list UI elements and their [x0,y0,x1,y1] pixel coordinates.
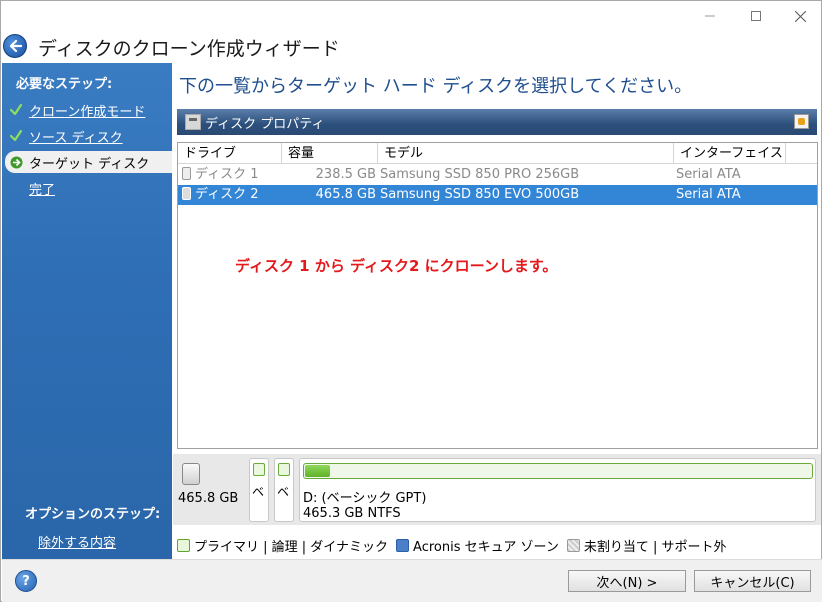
legend-item-unallocated: 未割り当て | サポート外 [566,536,727,555]
sidebar-item-label: ソース ディスク [29,130,123,146]
optional-steps-heading: オプションのステップ: [25,507,161,522]
sidebar-item-label: 除外する内容 [38,535,117,551]
partition-small-label: ベ [277,485,290,499]
disk-properties-label: ディスク プロパティ [205,116,325,132]
drive-cell: ディスク 1 [182,165,282,185]
next-button[interactable]: 次へ(N) > [568,570,686,592]
required-steps-heading: 必要なステップ: [16,77,113,92]
checkmark-icon [7,101,25,119]
maximize-button[interactable] [733,1,779,31]
close-button[interactable] [777,1,822,31]
disk-properties-bar[interactable]: ディスク プロパティ [177,109,817,135]
column-header-model[interactable]: モデル [378,143,674,164]
partition-small[interactable]: ベ [274,458,294,522]
partition-label: D: (ベーシック GPT) [303,491,427,506]
capacity-cell: 465.8 GB [315,187,376,202]
interface-cell: Serial ATA [676,167,741,182]
checkmark-icon [7,127,25,145]
partition-main[interactable]: D: (ベーシック GPT) 465.3 GB NTFS [299,458,816,522]
partition-detail: 465.3 GB NTFS [303,506,401,521]
wizard-footer: ? 次へ(N) > キャンセル(C) [2,559,822,602]
wizard-window: ディスクのクローン作成ウィザード 必要なステップ: クローン作成モード ソース … [0,0,822,602]
partition-legend: プライマリ | 論理 | ダイナミック Acronis セキュア ゾーン 未割り… [177,536,735,555]
column-header-capacity[interactable]: 容量 [282,143,378,164]
sidebar-item-source-disk[interactable]: ソース ディスク [5,125,172,147]
close-icon [794,10,806,22]
drive-icon [182,187,191,200]
legend-swatch [396,538,410,552]
sidebar-item-label: クローン作成モード [29,104,146,120]
title-bar [1,1,821,31]
properties-icon [185,114,201,130]
legend-swatch [566,538,580,552]
disk-icon [182,463,200,485]
partition-usage-fill [305,465,331,477]
clone-annotation: ディスク 1 から ディスク2 にクローンします。 [235,257,558,275]
wizard-sidebar: 必要なステップ: クローン作成モード ソース ディスク ターゲット ディスク 完… [2,63,172,559]
settings-icon[interactable] [794,114,809,129]
interface-cell: Serial ATA [676,187,741,202]
cancel-button[interactable]: キャンセル(C) [694,570,811,592]
sidebar-item-exclusions[interactable]: 除外する内容 [14,530,181,552]
partition-usage-bar [253,463,265,476]
sidebar-item-label: ターゲット ディスク [29,156,150,172]
wizard-header: ディスクのクローン作成ウィザード [1,31,821,63]
legend-swatch [177,538,190,552]
drive-icon [182,167,191,180]
instruction-text: 下の一覧からターゲット ハード ディスクを選択してください。 [179,76,693,97]
disk-map: 465.8 GB ベ ベ D: (ベーシック GPT) 465.3 GB NTF… [173,454,821,525]
table-header: ドライブ 容量 モデル インターフェイス [178,143,817,164]
sidebar-item-target-disk[interactable]: ターゲット ディスク [5,151,172,173]
disk-table: ドライブ 容量 モデル インターフェイス ディスク 1 238.5 GB Sam… [177,142,818,449]
sidebar-item-label: 完了 [29,182,56,198]
window-title: ディスクのクローン作成ウィザード [38,38,340,60]
column-header-interface[interactable]: インターフェイス [674,143,786,164]
model-cell: Samsung SSD 850 PRO 256GB [380,167,580,182]
back-button[interactable] [3,34,27,58]
disk-size: 465.8 GB [178,491,239,506]
partition-small-label: ベ [252,485,265,499]
table-row[interactable]: ディスク 2 465.8 GB Samsung SSD 850 EVO 500G… [178,185,817,205]
drive-cell: ディスク 2 [182,185,282,205]
column-header-drive[interactable]: ドライブ [178,143,282,164]
arrow-left-icon [9,39,22,53]
partition-usage-bar [278,463,290,476]
minimize-icon [705,15,715,17]
maximize-icon [751,11,761,21]
partition-usage-bar [303,463,813,479]
partition-small[interactable]: ベ [249,458,269,522]
disk-summary[interactable]: 465.8 GB [176,457,246,521]
legend-item-primary: プライマリ | 論理 | ダイナミック [177,536,388,555]
arrow-right-icon [7,153,25,171]
table-row[interactable]: ディスク 1 238.5 GB Samsung SSD 850 PRO 256G… [178,165,817,185]
sidebar-item-clone-mode[interactable]: クローン作成モード [5,99,172,121]
capacity-cell: 238.5 GB [315,167,376,182]
sidebar-item-finish[interactable]: 完了 [5,177,172,199]
help-button[interactable]: ? [15,570,37,592]
model-cell: Samsung SSD 850 EVO 500GB [380,187,580,202]
legend-item-secure-zone: Acronis セキュア ゾーン [396,536,559,555]
minimize-button[interactable] [687,1,733,31]
